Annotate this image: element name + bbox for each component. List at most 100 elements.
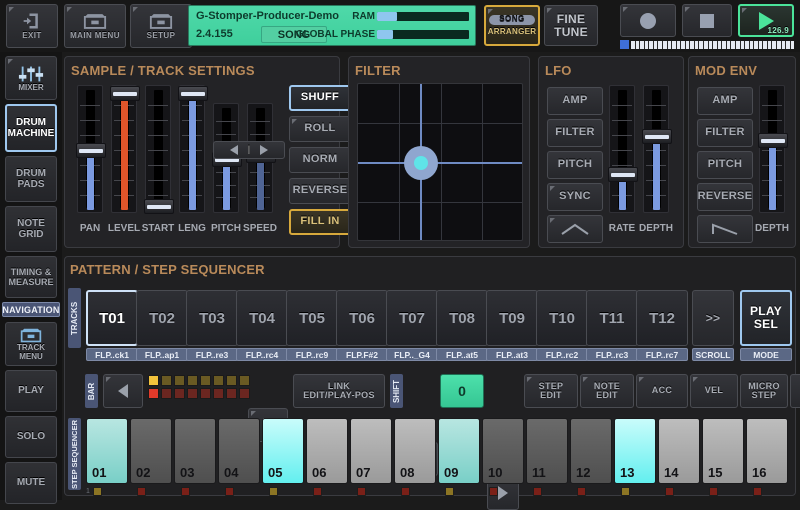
step-velocity-led[interactable] [445, 487, 454, 496]
bar-led[interactable] [174, 388, 185, 399]
lcd-display[interactable]: G-Stomper-Producer-Demo 2.4.155 SONG RAM… [188, 5, 476, 46]
tool-button-step-edit[interactable]: STEPEDIT [524, 374, 578, 408]
sidebar-item-mixer[interactable]: MIXER [5, 56, 57, 100]
tool-button-note-edit[interactable]: NOTEEDIT [580, 374, 634, 408]
slider-handle[interactable] [758, 133, 788, 148]
step-button-02[interactable]: 02 [130, 418, 172, 484]
bar-led[interactable] [200, 375, 211, 386]
track-button-t10[interactable]: T10 [536, 290, 588, 346]
sample-button-norm[interactable]: NORM [289, 147, 351, 173]
mod-env-button-amp[interactable]: AMP [697, 87, 753, 115]
bar-prev-button[interactable] [103, 374, 143, 408]
song-arranger-button[interactable]: SONG ARRANGER [484, 5, 540, 46]
step-velocity-led[interactable] [753, 487, 762, 496]
tracks-scroll-button[interactable]: >> [692, 290, 734, 346]
track-sample-name-t04[interactable]: FLP..rc4 [236, 348, 288, 361]
sidebar-item-drum-pads[interactable]: DRUM PADS [5, 156, 57, 202]
track-button-t05[interactable]: T05 [286, 290, 338, 346]
track-sample-name-t11[interactable]: FLP..rc3 [586, 348, 638, 361]
step-button-05[interactable]: 05 [262, 418, 304, 484]
step-button-11[interactable]: 11 [526, 418, 568, 484]
track-sample-name-t01[interactable]: FLP..ck1 [86, 348, 138, 361]
bar-tab[interactable]: BAR [85, 374, 98, 408]
sample-button-reverse[interactable]: REVERSE [289, 178, 351, 204]
step-velocity-led[interactable] [225, 487, 234, 496]
tool-button-vel[interactable]: VEL [690, 374, 738, 408]
lfo-slider-depth[interactable] [643, 85, 669, 213]
arrow-left-icon[interactable] [230, 145, 238, 155]
arrow-right-icon[interactable] [260, 145, 268, 155]
track-sample-name-t10[interactable]: FLP..rc2 [536, 348, 588, 361]
beat-position-bar[interactable] [620, 40, 794, 49]
sample-button-fill-in[interactable]: FILL IN [289, 209, 351, 235]
step-button-16[interactable]: 16 [746, 418, 788, 484]
step-button-06[interactable]: 06 [306, 418, 348, 484]
step-button-13[interactable]: 13 [614, 418, 656, 484]
step-button-09[interactable]: 09 [438, 418, 480, 484]
tool-button-step-cond[interactable]: STEPCOND [790, 374, 800, 408]
bar-led[interactable] [148, 375, 159, 386]
bar-led[interactable] [200, 388, 211, 399]
sidebar-item-play[interactable]: PLAY [5, 370, 57, 412]
record-button[interactable] [620, 4, 676, 37]
sample-button-shuff[interactable]: SHUFF [289, 85, 351, 111]
lfo-waveform-triangle-icon[interactable] [547, 215, 603, 243]
sidebar-item-mute[interactable]: MUTE [5, 462, 57, 504]
sidebar-item-drum-machine[interactable]: DRUM MACHINE [5, 104, 57, 152]
step-button-07[interactable]: 07 [350, 418, 392, 484]
track-sample-name-t08[interactable]: FLP..at5 [436, 348, 488, 361]
play-sel-button[interactable]: PLAY SEL [740, 290, 792, 346]
track-sample-name-t12[interactable]: FLP..rc7 [636, 348, 688, 361]
step-velocity-led[interactable] [533, 487, 542, 496]
sidebar-item-note-grid[interactable]: NOTE GRID [5, 206, 57, 252]
lfo-button-filter[interactable]: FILTER [547, 119, 603, 147]
exit-button[interactable]: EXIT [6, 4, 58, 48]
step-button-01[interactable]: 01 [86, 418, 128, 484]
slider-start[interactable] [145, 85, 171, 213]
play-button[interactable]: 126.9 [738, 4, 794, 37]
track-button-t01[interactable]: T01 [86, 290, 138, 346]
track-button-t07[interactable]: T07 [386, 290, 438, 346]
tool-button-micro-step[interactable]: MICROSTEP [740, 374, 788, 408]
sample-button-roll[interactable]: ROLL [289, 116, 351, 142]
step-button-12[interactable]: 12 [570, 418, 612, 484]
track-button-t09[interactable]: T09 [486, 290, 538, 346]
link-edit-play-pos-button[interactable]: LINK EDIT/PLAY-POS [293, 374, 385, 408]
filter-xy-cursor[interactable] [404, 146, 438, 180]
track-button-t08[interactable]: T08 [436, 290, 488, 346]
shift-tab[interactable]: SHIFT [390, 374, 403, 408]
step-velocity-led[interactable] [269, 487, 278, 496]
sidebar-item-solo[interactable]: SOLO [5, 416, 57, 458]
step-velocity-led[interactable] [93, 487, 102, 496]
step-button-14[interactable]: 14 [658, 418, 700, 484]
slider-handle[interactable] [76, 143, 106, 158]
tracks-tab[interactable]: TRACKS [68, 288, 81, 348]
track-sample-name-t06[interactable]: FLP.F#2 [336, 348, 388, 361]
slider-leng[interactable] [179, 85, 205, 213]
bar-led[interactable] [239, 375, 250, 386]
mod-env-button-filter[interactable]: FILTER [697, 119, 753, 147]
track-button-t06[interactable]: T06 [336, 290, 388, 346]
fine-tune-button[interactable]: FINE TUNE [544, 5, 598, 46]
mod-env-slider-depth[interactable] [759, 85, 785, 213]
step-velocity-led[interactable] [577, 487, 586, 496]
bar-led[interactable] [213, 388, 224, 399]
bar-led[interactable] [213, 375, 224, 386]
shift-value-display[interactable]: 0 [440, 374, 484, 408]
step-velocity-led[interactable] [313, 487, 322, 496]
step-velocity-led[interactable] [709, 487, 718, 496]
track-sample-name-t09[interactable]: FLP..at3 [486, 348, 538, 361]
track-sample-name-t02[interactable]: FLP..ap1 [136, 348, 188, 361]
main-menu-button[interactable]: MAIN MENU [64, 4, 126, 48]
step-button-15[interactable]: 15 [702, 418, 744, 484]
track-button-t03[interactable]: T03 [186, 290, 238, 346]
sidebar-item-track-menu[interactable]: TRACK MENU [5, 322, 57, 366]
filter-xy-pad[interactable] [357, 83, 523, 241]
step-sequencer-tab[interactable]: STEP SEQUENCER [68, 418, 81, 490]
bar-led[interactable] [161, 388, 172, 399]
bar-led[interactable] [226, 388, 237, 399]
bar-led[interactable] [148, 388, 159, 399]
step-button-08[interactable]: 08 [394, 418, 436, 484]
slider-handle[interactable] [608, 167, 638, 182]
step-button-03[interactable]: 03 [174, 418, 216, 484]
